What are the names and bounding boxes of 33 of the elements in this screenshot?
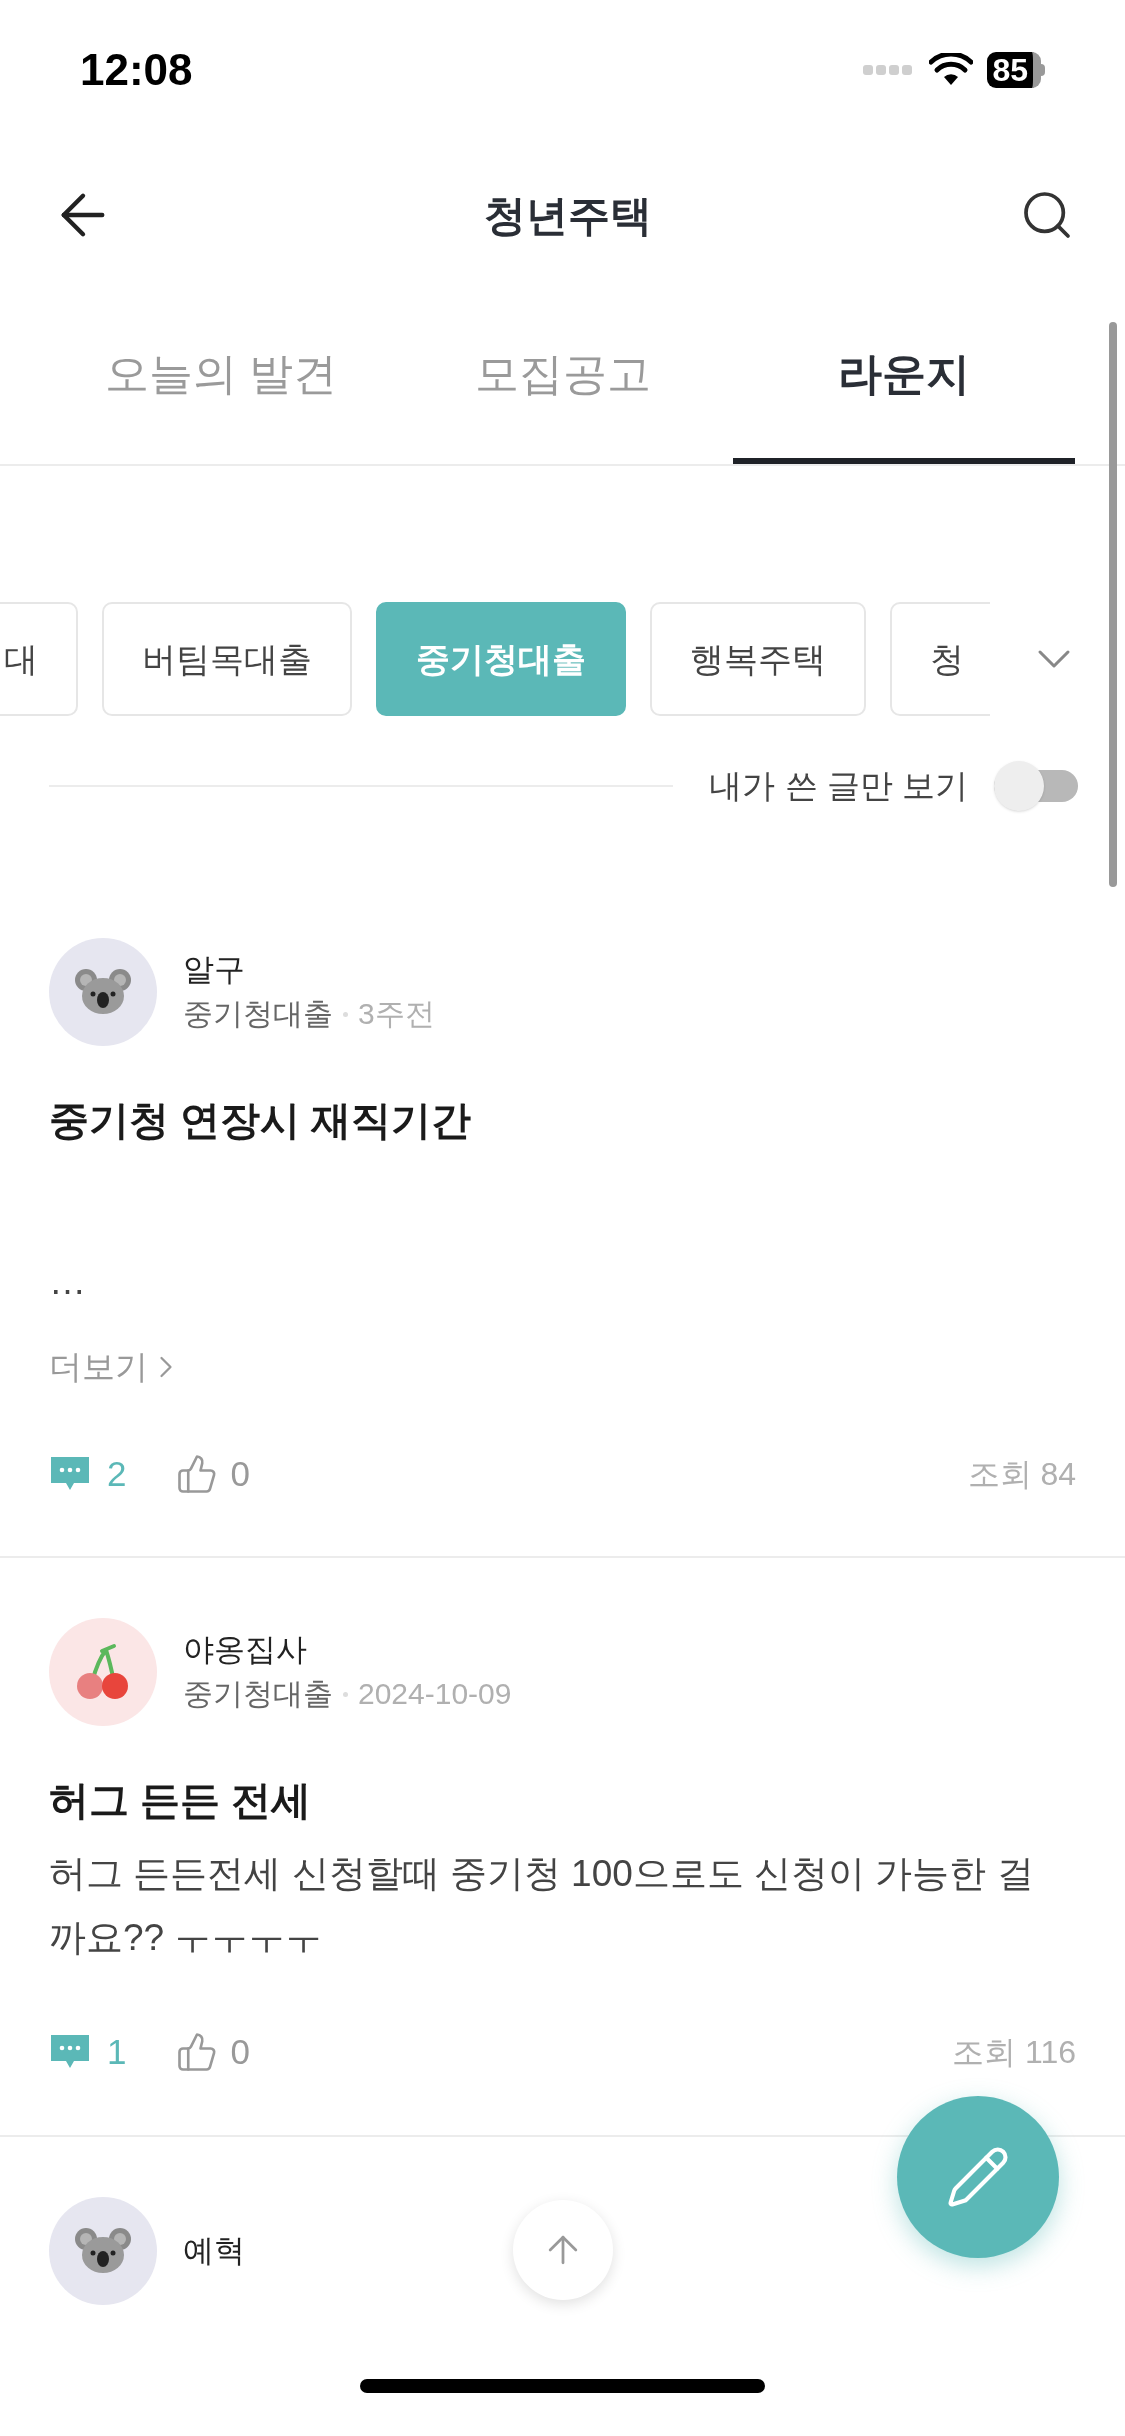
author-name: 예혁 [183, 2231, 245, 2270]
view-count: 조회 84 [967, 1454, 1076, 1494]
post-body: 허그 든든전세 신청할때 중기청 100으로도 신청이 가능한 걸까요?? ㅜㅜㅜㅜ [49, 1852, 1035, 1960]
category-chip[interactable]: 대 [0, 602, 78, 716]
category-chip[interactable]: 중기청대출 [376, 602, 626, 716]
post-category: 중기청대출 [183, 996, 333, 1032]
post-category: 중기청대출 [183, 1676, 333, 1712]
battery-indicator: 85 [987, 52, 1045, 88]
status-time: 12:08 [80, 44, 193, 96]
wifi-icon [929, 53, 974, 87]
view-count: 조회 116 [952, 2033, 1076, 2073]
write-button[interactable] [897, 2096, 1059, 2258]
filter-label: 내가 쓴 글만 보기 [709, 766, 968, 807]
like-button[interactable]: 0 [176, 1447, 250, 1500]
post-time: 3주전 [358, 996, 435, 1032]
toggle-switch[interactable] [994, 760, 1078, 812]
post-time: 2024-10-09 [358, 1676, 512, 1712]
post-body: … [49, 1260, 87, 1304]
category-chip[interactable]: 행복주택 [650, 602, 866, 716]
author-name: 알구 [183, 951, 246, 989]
author-name: 야옹집사 [183, 1631, 308, 1669]
tab[interactable]: 오늘의 발견 [50, 290, 392, 464]
like-button[interactable]: 0 [176, 2026, 250, 2079]
tab[interactable]: 모집공고 [391, 290, 734, 464]
post-title: 허그 든든 전세 [49, 1777, 313, 1824]
category-chip[interactable]: 청 [890, 602, 990, 716]
page-title: 청년주택 [483, 190, 652, 241]
category-chip[interactable]: 버팀목대출 [102, 602, 352, 716]
tab[interactable]: 라운지 [733, 290, 1075, 464]
more-link[interactable]: 더보기 [49, 1342, 184, 1392]
comment-button[interactable]: 2 [49, 1447, 127, 1500]
post-title: 중기청 연장시 재직기간 [49, 1097, 473, 1144]
comment-button[interactable]: 1 [49, 2026, 127, 2079]
